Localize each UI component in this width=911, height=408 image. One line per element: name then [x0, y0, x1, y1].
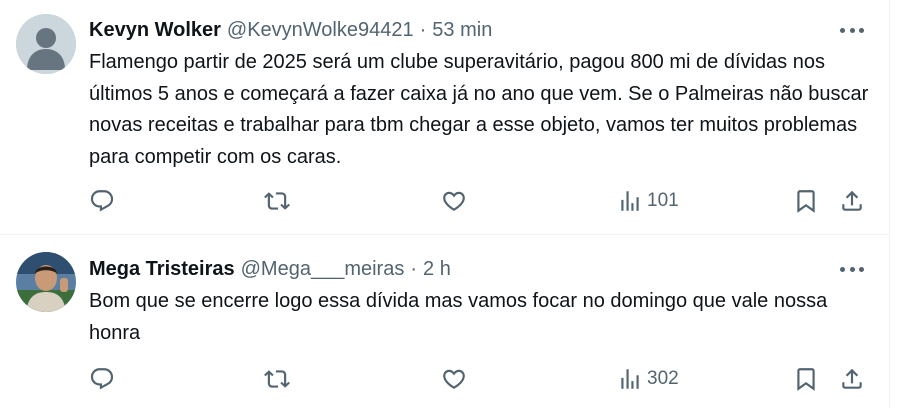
reply-icon — [90, 368, 114, 390]
more-options-icon[interactable] — [838, 20, 866, 40]
avatar[interactable] — [16, 252, 76, 312]
heart-icon — [443, 191, 465, 211]
photo-avatar-icon — [16, 252, 76, 312]
retweet-button[interactable] — [264, 364, 290, 394]
retweet-icon — [264, 370, 290, 388]
tweet-text: Bom que se encerre logo essa dívida mas … — [89, 290, 828, 344]
separator-dot: · — [410, 257, 418, 280]
heart-icon — [443, 369, 465, 389]
separator-dot: · — [419, 18, 427, 41]
views-chart-icon — [621, 369, 639, 389]
username-handle[interactable]: @KevynWolke94421 — [227, 19, 414, 42]
avatar[interactable] — [16, 14, 76, 74]
views-button[interactable]: 101 — [617, 186, 679, 216]
timestamp[interactable]: 2 h — [423, 258, 451, 281]
reply-button[interactable] — [89, 186, 115, 216]
column-border — [889, 0, 890, 408]
more-options-icon[interactable] — [838, 259, 866, 279]
like-button[interactable] — [441, 364, 467, 394]
bookmark-button[interactable] — [793, 186, 819, 216]
share-icon — [842, 190, 862, 211]
tweet[interactable]: Mega Tristeiras @Mega___meiras · 2 h Bom… — [0, 235, 889, 408]
share-icon — [842, 368, 862, 389]
default-profile-avatar-icon — [16, 14, 76, 74]
views-chart-icon — [621, 191, 639, 211]
tweet-text: Flamengo partir de 2025 será um clube su… — [89, 51, 869, 168]
display-name[interactable]: Kevyn Wolker — [89, 19, 221, 42]
like-button[interactable] — [441, 186, 467, 216]
reply-icon — [90, 190, 114, 212]
username-handle[interactable]: @Mega___meiras — [241, 258, 405, 281]
timestamp[interactable]: 53 min — [432, 19, 492, 42]
display-name[interactable]: Mega Tristeiras — [89, 258, 235, 281]
tweet[interactable]: Kevyn Wolker @KevynWolke94421 · 53 min F… — [0, 0, 889, 234]
tweet-header: Mega Tristeiras @Mega___meiras · 2 h — [89, 257, 451, 281]
action-bar: 101 — [89, 186, 874, 216]
tweet-header: Kevyn Wolker @KevynWolke94421 · 53 min — [89, 18, 492, 42]
views-count: 101 — [647, 190, 679, 211]
share-button[interactable] — [839, 186, 865, 216]
bookmark-icon — [797, 190, 815, 213]
reply-button[interactable] — [89, 364, 115, 394]
bookmark-button[interactable] — [793, 364, 819, 394]
share-button[interactable] — [839, 364, 865, 394]
action-bar: 302 — [89, 364, 874, 394]
views-button[interactable]: 302 — [617, 364, 679, 394]
views-count: 302 — [647, 368, 679, 389]
retweet-button[interactable] — [264, 186, 290, 216]
bookmark-icon — [797, 368, 815, 391]
retweet-icon — [264, 192, 290, 210]
